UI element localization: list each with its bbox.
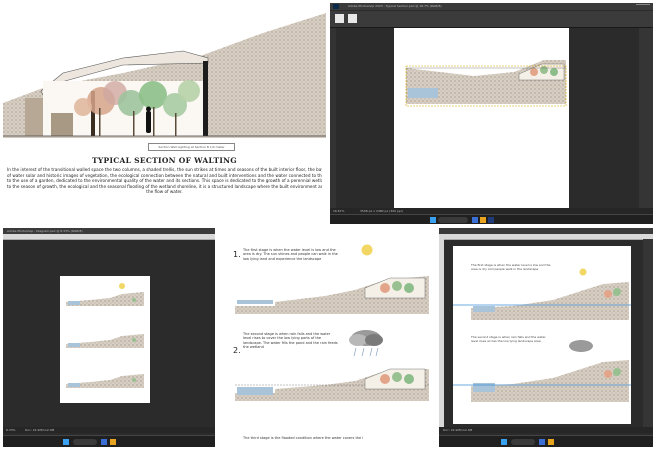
human-figure	[146, 111, 151, 133]
left-wall	[25, 98, 43, 136]
tools-panel	[330, 28, 336, 208]
horizontal-ruler	[3, 234, 215, 240]
description-line: to the use of a garden, dedicated to the…	[7, 178, 322, 184]
windows-taskbar	[330, 214, 653, 224]
sun-icon	[361, 244, 373, 256]
step1-text: The first stage is when the water level …	[243, 248, 338, 261]
taskbar-search[interactable]	[511, 439, 535, 445]
document-size: Doc: 24.9M/112.4M	[25, 428, 55, 432]
zoom-level[interactable]: 16.67%	[333, 209, 344, 213]
canvas-three-stages	[66, 283, 144, 388]
document-canvas[interactable]	[394, 28, 569, 208]
taskbar-app-icon[interactable]	[539, 439, 545, 445]
document-size: Doc: 24.9M/112.4M	[443, 428, 473, 432]
step-block	[51, 113, 73, 136]
raincloud-icon	[349, 330, 383, 357]
horizontal-ruler	[439, 234, 653, 240]
section-description: In the interest of the transitional wall…	[7, 167, 322, 195]
taskbar-app-icon[interactable]	[110, 439, 116, 445]
document-size: 3508 px x 2480 px (300 ppi)	[360, 209, 403, 213]
document-canvas[interactable]	[60, 276, 150, 403]
stage-text-1: The first stage is when the water level …	[471, 264, 551, 271]
taskbar-app-icon[interactable]	[488, 217, 494, 223]
start-icon[interactable]	[63, 439, 69, 445]
windows-taskbar	[3, 435, 215, 447]
step2-text: The second stage is when rain falls and …	[243, 332, 338, 350]
section-label-box: Section Wall Lighting at Section B 1/4 m…	[148, 143, 235, 151]
step2-number: 2.	[233, 346, 241, 355]
description-line: the flow of water.	[146, 189, 183, 195]
status-bar: Doc: 24.9M/112.4M	[439, 427, 653, 433]
canvas-section-drawing	[405, 60, 567, 107]
start-icon[interactable]	[501, 439, 507, 445]
step3-text: The third stage is the flooded condition…	[243, 436, 363, 440]
windows-taskbar	[439, 435, 653, 447]
title-bar: Adobe Photoshop 2023 - Typical Section.p…	[330, 3, 653, 10]
options-bar	[330, 11, 653, 28]
taskbar-search[interactable]	[438, 217, 468, 223]
taskbar-app-icon[interactable]	[101, 439, 107, 445]
taskbar-app-icon[interactable]	[480, 217, 486, 223]
description-line: In the interest of the transitional wall…	[7, 167, 322, 172]
taskbar-search[interactable]	[73, 439, 97, 445]
window-title: Adobe Photoshop 2023 - Typical Section.p…	[348, 4, 442, 8]
stage-text-2: The second stage is when rain falls and …	[471, 336, 546, 343]
step1-number: 1.	[233, 250, 241, 259]
stage-diagram-page: 1. The first stage is when the water lev…	[221, 228, 433, 447]
right-panel-dock	[643, 239, 653, 427]
start-icon[interactable]	[430, 217, 436, 223]
section-illustration	[3, 13, 326, 138]
taskbar-app-icon[interactable]	[472, 217, 478, 223]
stage1-section	[235, 276, 429, 314]
ps-logo-icon	[333, 4, 339, 9]
document-canvas[interactable]: The first stage is when the water level …	[453, 246, 631, 424]
status-bar: 8.33% Doc: 24.9M/112.4M	[3, 427, 215, 433]
zoom-level[interactable]: 8.33%	[6, 428, 16, 432]
stage2-section	[235, 368, 429, 401]
tool-preset-icon[interactable]	[348, 14, 357, 23]
column-right	[203, 61, 208, 136]
photoshop-window-3: The first stage is when the water level …	[439, 228, 653, 447]
section-render-panel: Section Wall Lighting at Section B 1/4 m…	[3, 3, 326, 224]
vertical-ruler	[439, 239, 444, 427]
window-controls-icon[interactable]	[636, 4, 650, 9]
right-panel-dock	[639, 28, 653, 208]
window-title: Adobe Photoshop - Diagram.psd @ 8.33% (R…	[7, 229, 83, 233]
home-icon[interactable]	[335, 14, 344, 23]
photoshop-window-2: Adobe Photoshop - Diagram.psd @ 8.33% (R…	[3, 228, 215, 447]
section-caption: TYPICAL SECTION OF WALTING	[92, 156, 237, 165]
taskbar-app-icon[interactable]	[548, 439, 554, 445]
photoshop-window-1: Adobe Photoshop 2023 - Typical Section.p…	[330, 3, 653, 224]
